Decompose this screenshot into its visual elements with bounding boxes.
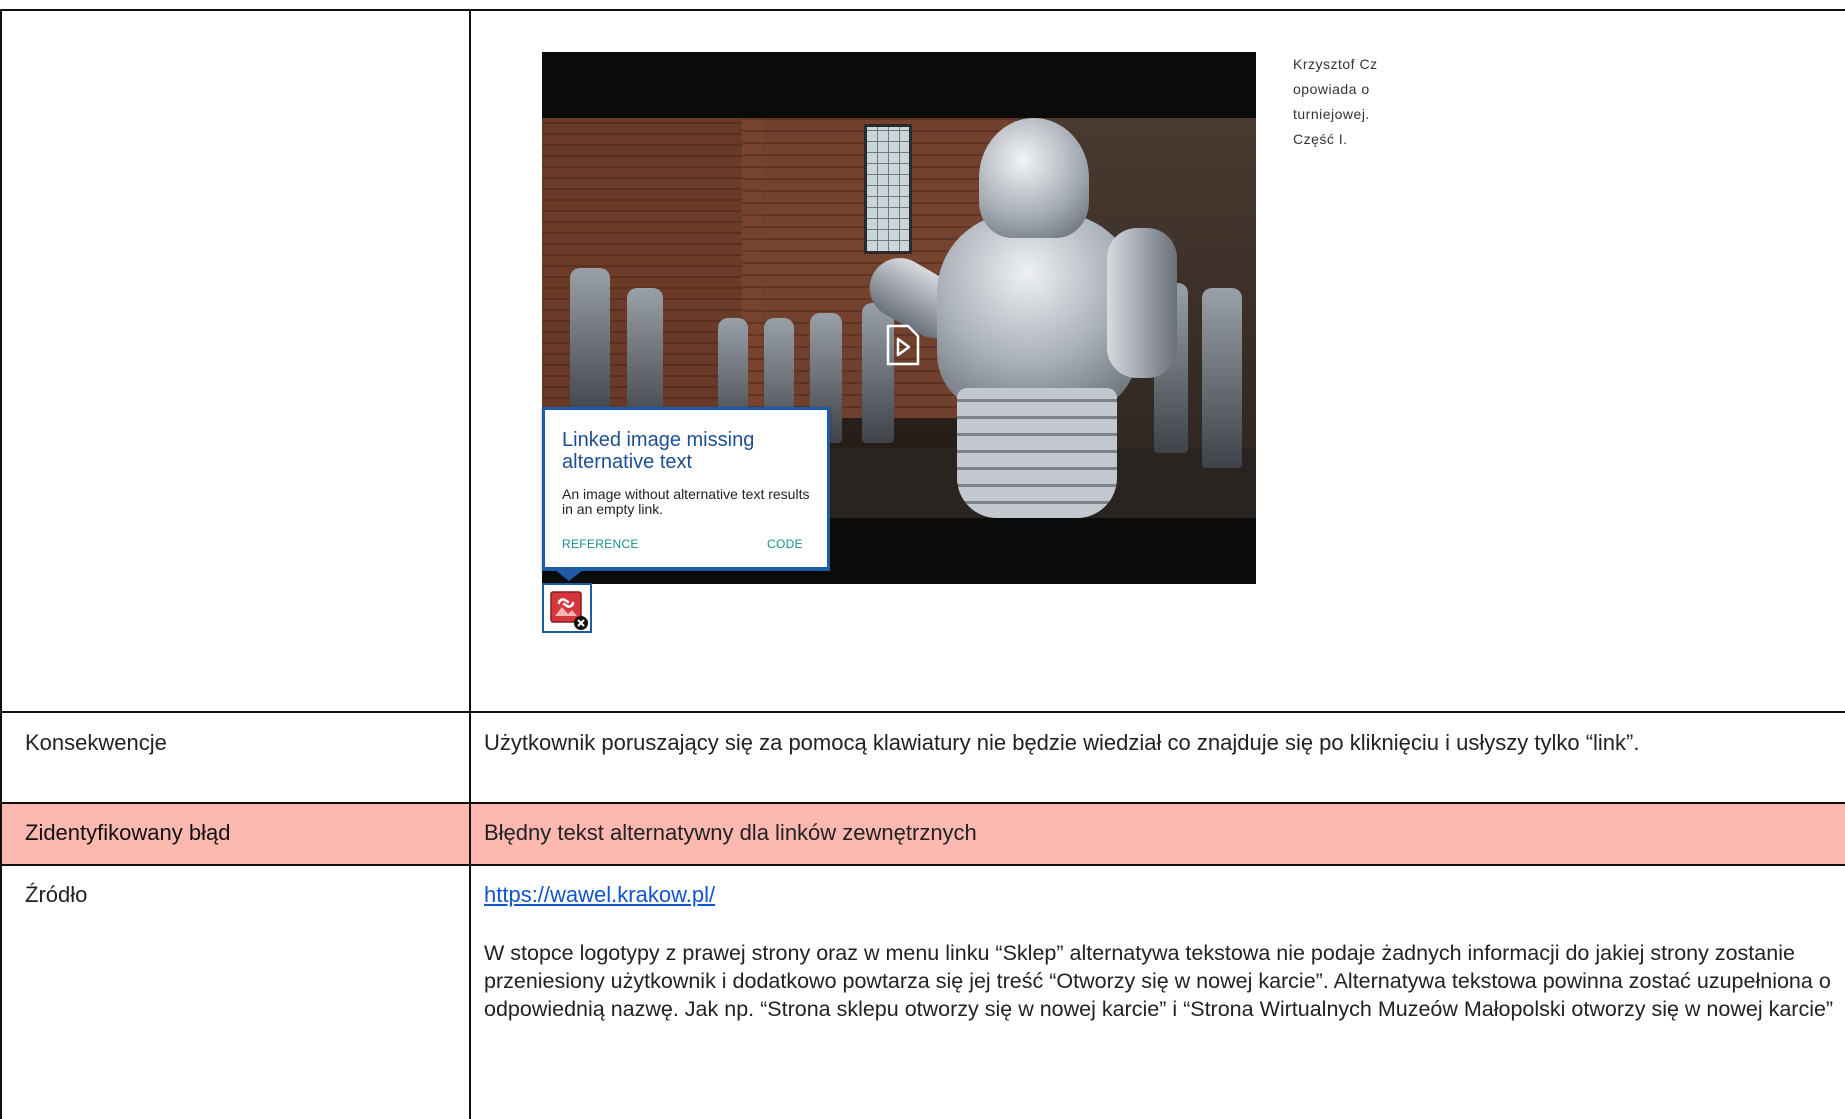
- video-caption: Krzysztof Cz opowiada o turniejowej. Czę…: [1293, 52, 1378, 152]
- source-link[interactable]: https://wawel.krakow.pl/: [484, 882, 715, 907]
- identified-error-label: Zidentyfikowany błąd: [25, 820, 231, 845]
- table-border: [0, 864, 1845, 866]
- table-border: [0, 802, 1845, 804]
- consequences-text: Użytkownik poruszający się za pomocą kla…: [484, 730, 1640, 755]
- popup-pointer: [555, 570, 583, 581]
- armor-figure: [1202, 288, 1242, 468]
- play-icon[interactable]: [886, 324, 920, 366]
- code-link[interactable]: CODE: [767, 537, 803, 551]
- error-marker-icon[interactable]: [542, 583, 592, 633]
- popup-title: Linked image missing alternative text: [562, 429, 755, 473]
- accessibility-error-popup: Linked image missing alternative text An…: [542, 407, 830, 571]
- identified-error-text: Błędny tekst alternatywny dla linków zew…: [484, 820, 977, 845]
- table-column-divider: [469, 9, 471, 1119]
- caption-line: Krzysztof Cz: [1293, 56, 1378, 72]
- source-link-cell: https://wawel.krakow.pl/: [484, 881, 715, 909]
- popup-description: An image without alternative text result…: [562, 486, 810, 517]
- reference-link[interactable]: REFERENCE: [562, 537, 639, 551]
- caption-line: Część I.: [1293, 131, 1348, 147]
- table-border-left: [0, 9, 2, 1119]
- table-border: [0, 711, 1845, 713]
- consequences-label: Konsekwencje: [25, 730, 167, 755]
- source-description: W stopce logotypy z prawej strony oraz w…: [484, 941, 1834, 1021]
- table-border-top: [0, 9, 1845, 11]
- caption-line: turniejowej.: [1293, 106, 1370, 122]
- armor-figure: [570, 268, 610, 418]
- main-armor: [858, 118, 1177, 518]
- broken-link-image-icon: [550, 591, 588, 630]
- window-image: [864, 124, 912, 254]
- source-label: Źródło: [25, 882, 88, 907]
- caption-line: opowiada o: [1293, 81, 1370, 97]
